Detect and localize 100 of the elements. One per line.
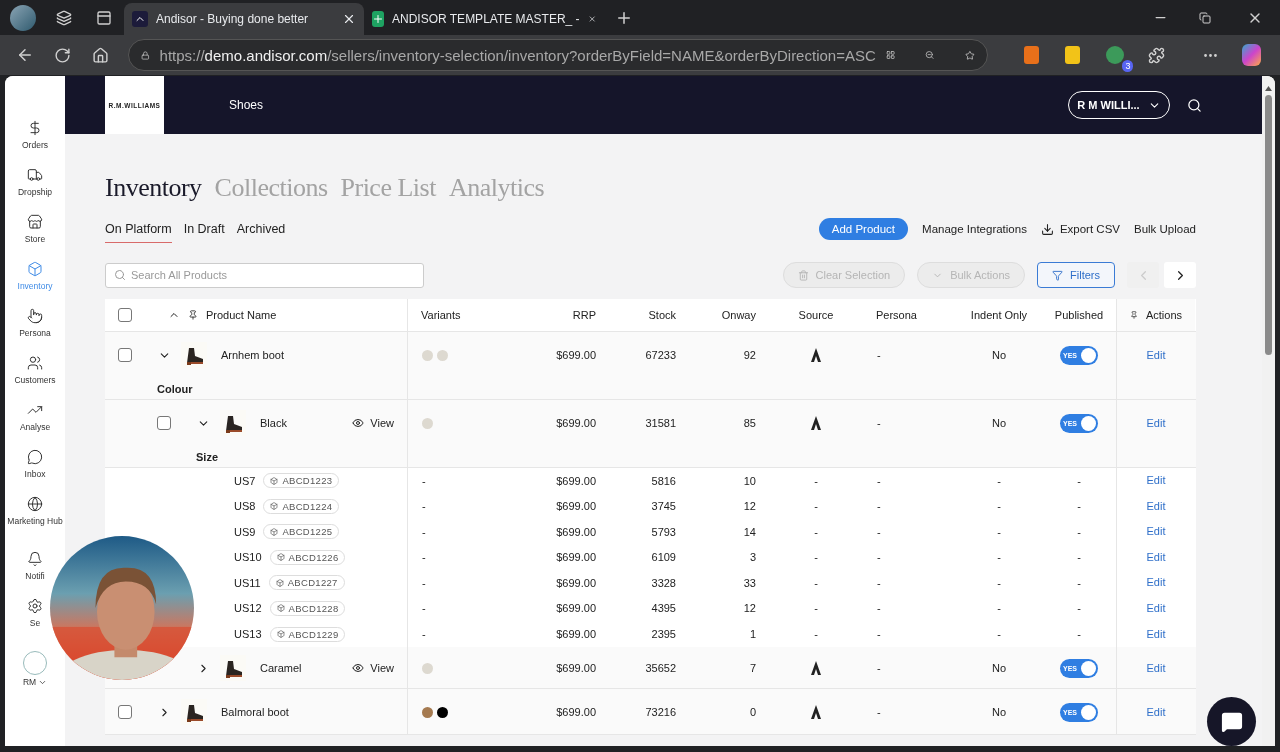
column-header[interactable]: Published [1054, 309, 1104, 321]
edit-link[interactable]: Edit [1146, 601, 1166, 614]
table-cell-text: - [813, 575, 819, 591]
search-icon[interactable] [1187, 97, 1202, 113]
edit-link[interactable]: Edit [1146, 705, 1166, 718]
scrollbar-thumb[interactable] [1265, 95, 1272, 355]
column-header[interactable]: Variants [421, 309, 461, 321]
table-cell-text: - [876, 575, 882, 591]
extension-icon[interactable] [1023, 46, 1040, 64]
column-header[interactable]: Indent Only [970, 309, 1028, 321]
sidebar-item[interactable]: Dropship [17, 167, 53, 214]
search-field[interactable]: Search All Products [105, 262, 424, 288]
row-checkbox[interactable] [157, 416, 171, 430]
status-tab[interactable]: In Draft [183, 215, 225, 243]
edit-link[interactable]: Edit [1146, 576, 1166, 589]
view-link[interactable]: View [352, 417, 394, 429]
edit-link[interactable]: Edit [1146, 550, 1166, 563]
sidebar-item[interactable]: Notifi [24, 551, 46, 598]
count-badge: 3 [1122, 60, 1134, 72]
sidebar-item[interactable]: Analyse [18, 402, 52, 449]
table-cell-text: - [1076, 575, 1082, 591]
sidebar-item[interactable]: Marketing Hub [6, 496, 64, 551]
row-checkbox[interactable] [118, 348, 132, 362]
toolbar-link[interactable]: Bulk Upload [1134, 223, 1196, 235]
status-tab[interactable]: Archived [236, 215, 286, 243]
toolbar-link[interactable]: Manage Integrations [922, 223, 1027, 235]
edit-link[interactable]: Edit [1146, 627, 1166, 640]
sidebar-item[interactable]: Customers [13, 355, 57, 402]
toolbar-link[interactable]: Export CSV [1040, 222, 1120, 236]
table-cell-text: 33 [742, 575, 756, 591]
copilot-icon[interactable] [1242, 44, 1261, 66]
table-cell-text: - [421, 550, 427, 566]
table-cell-text: $699.00 [555, 661, 596, 677]
column-header[interactable]: Onway [721, 309, 756, 321]
chat-icon [1220, 710, 1243, 733]
table-cell-text: 3328 [650, 575, 676, 591]
sidebar-item[interactable]: Se [26, 598, 44, 645]
toolbar-button[interactable]: Filters [1037, 262, 1115, 288]
sidebar-item[interactable]: Store [23, 214, 47, 261]
browser-tab[interactable]: Andisor - Buying done better [124, 3, 364, 35]
pin-icon[interactable] [188, 310, 198, 320]
table-cell-text: - [421, 473, 427, 489]
table-cell-text: - [813, 627, 819, 643]
size-label: US12 [234, 602, 262, 615]
table-cell-text: 67233 [644, 348, 676, 363]
row-checkbox[interactable] [118, 705, 132, 720]
edit-link[interactable]: Edit [1146, 474, 1166, 486]
sidebar-item[interactable]: Inventory [16, 261, 54, 308]
size-label: US7 [234, 474, 256, 487]
section-tab[interactable]: Inventory [105, 173, 202, 203]
table-cell-text: - [1076, 524, 1082, 540]
table-cell-text: - [1076, 627, 1082, 643]
column-header[interactable]: RRP [572, 309, 596, 321]
table-cell-text: - [996, 499, 1002, 515]
sidebar-item[interactable]: Persona [18, 308, 52, 355]
edit-link[interactable]: Edit [1146, 416, 1166, 429]
column-header[interactable]: Persona [876, 309, 917, 321]
address-bar[interactable]: https://demo.andisor.com/sellers/inventory-selection/inventory?orderByField=NAME&orderByDirection=ASC [127, 39, 988, 71]
table-cell-text: No [990, 416, 1008, 431]
column-header[interactable]: Product Name [206, 309, 277, 321]
bell-icon [27, 551, 43, 567]
account-menu[interactable]: RM [22, 677, 48, 687]
edit-link[interactable]: Edit [1146, 661, 1166, 674]
table-cell-text: 31581 [644, 416, 676, 431]
store-icon [27, 214, 43, 230]
profile-avatar[interactable] [10, 4, 36, 31]
edit-link[interactable]: Edit [1146, 525, 1166, 538]
view-link[interactable]: View [352, 662, 394, 675]
status-tab[interactable]: On Platform [105, 215, 172, 243]
sidebar-item[interactable]: Orders [21, 120, 49, 167]
box-icon [27, 261, 43, 277]
sheet-icon [372, 11, 384, 27]
pin-icon[interactable] [1129, 311, 1138, 319]
edit-link[interactable]: Edit [1146, 348, 1166, 361]
sidebar-item[interactable]: Inbox [23, 449, 47, 496]
chat-icon [27, 449, 43, 465]
table-cell-text: 10 [742, 473, 756, 489]
browser-tab[interactable]: ANDISOR TEMPLATE MASTER_ - [364, 3, 604, 35]
add-product-button[interactable]: Add Product [818, 218, 909, 240]
edit-link[interactable]: Edit [1146, 499, 1166, 512]
table-cell-text: $699.00 [555, 601, 596, 617]
category-label[interactable]: Shoes [229, 98, 1068, 112]
table-cell-text: - [421, 524, 427, 540]
size-label: US9 [234, 525, 256, 538]
table-cell-text: 3 [748, 550, 756, 566]
extension-icon[interactable] [1065, 46, 1081, 64]
table-cell-text: - [876, 705, 882, 721]
users-icon [27, 355, 43, 371]
column-header[interactable]: Stock [648, 309, 676, 321]
close-icon[interactable] [342, 12, 356, 26]
table-cell-text: No [990, 661, 1008, 677]
column-header[interactable]: Source [798, 309, 834, 321]
table-cell-text: - [876, 661, 882, 677]
table-cell-text: - [876, 416, 882, 431]
select-all-checkbox[interactable] [118, 308, 132, 322]
scroll-up-icon[interactable] [1265, 86, 1272, 91]
column-header[interactable]: Actions [1145, 309, 1183, 321]
extension-icon[interactable] [1106, 46, 1125, 64]
table-cell-text: - [813, 473, 819, 489]
table-cell-text: $699.00 [555, 473, 596, 489]
